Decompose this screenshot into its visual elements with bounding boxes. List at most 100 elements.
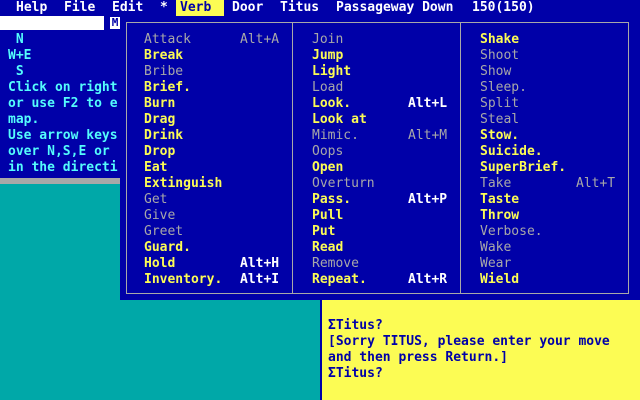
verb-menu-item[interactable]: Burn <box>144 96 284 112</box>
verb-menu-item-shortcut: Alt+R <box>408 272 448 287</box>
verb-menu-item[interactable]: Suicide. <box>480 144 620 160</box>
verb-menu-item[interactable]: Inventory. Alt+I <box>144 272 284 288</box>
verb-menu-item[interactable]: SuperBrief. <box>480 160 620 176</box>
verb-menu-item[interactable]: Show <box>480 64 620 80</box>
verb-menu-item[interactable]: Look. Alt+L <box>312 96 452 112</box>
verb-menu-item-label: SuperBrief. <box>480 160 567 175</box>
verb-menu-item[interactable]: Remove <box>312 256 452 272</box>
verb-menu-item[interactable]: Extinguish <box>144 176 284 192</box>
verb-menu-item-label: Drop <box>144 144 176 159</box>
verb-menu-item-label: Guard. <box>144 240 191 255</box>
verb-menu-item[interactable]: Drink <box>144 128 284 144</box>
verb-menu-item[interactable]: Read <box>312 240 452 256</box>
verb-menu-item-label: Taste <box>480 192 520 207</box>
column-separator <box>292 22 293 294</box>
verb-menu-item-label: Show <box>480 64 512 79</box>
verb-menu-item-label: Steal <box>480 112 520 127</box>
verb-menu-item[interactable]: Load <box>312 80 452 96</box>
verb-menu-item[interactable]: Stow. <box>480 128 620 144</box>
menu-titus[interactable]: Titus <box>280 0 319 16</box>
verb-menu-dropdown: Attack Alt+A Break Bribe Brief. Burn Drag Drink… <box>120 16 640 300</box>
verb-menu-item-label: Pull <box>312 208 344 223</box>
verb-menu-item[interactable]: Hold Alt+H <box>144 256 284 272</box>
verb-menu-item[interactable]: Mimic. Alt+M <box>312 128 452 144</box>
menu-door[interactable]: Door <box>232 0 263 16</box>
verb-menu-item[interactable]: Eat <box>144 160 284 176</box>
verb-menu-item[interactable]: Shake <box>480 32 620 48</box>
verb-menu-item-label: Bribe <box>144 64 184 79</box>
verb-menu-item[interactable]: Sleep. <box>480 80 620 96</box>
verb-menu-item-shortcut: Alt+H <box>240 256 280 271</box>
verb-menu-item-label: Drink <box>144 128 184 143</box>
verb-menu-item[interactable]: Give <box>144 208 284 224</box>
verb-menu-item-label: Greet <box>144 224 184 239</box>
verb-menu-item[interactable]: Brief. <box>144 80 284 96</box>
verb-menu-item[interactable]: Greet <box>144 224 284 240</box>
verb-menu-item-label: Break <box>144 48 184 63</box>
verb-menu-item-label: Suicide. <box>480 144 543 159</box>
verb-menu-item[interactable]: Overturn <box>312 176 452 192</box>
verb-menu-item-label: Join <box>312 32 344 47</box>
verb-menu-item[interactable]: Repeat. Alt+R <box>312 272 452 288</box>
compass-line: Click on right <box>8 80 118 95</box>
menu-star[interactable]: * <box>160 0 168 16</box>
verb-menu-item[interactable]: Wear <box>480 256 620 272</box>
menu-file[interactable]: File <box>64 0 95 16</box>
verb-menu-item-label: Look at <box>312 112 367 127</box>
verb-menu-item[interactable]: Steal <box>480 112 620 128</box>
verb-menu-item[interactable]: Wield <box>480 272 620 288</box>
verb-menu-item-shortcut: Alt+M <box>408 128 448 143</box>
verb-menu-item[interactable]: Taste <box>480 192 620 208</box>
verb-menu-item[interactable]: Verbose. <box>480 224 620 240</box>
verb-menu-item[interactable]: Pull <box>312 208 452 224</box>
console-window[interactable]: ΣTitus? [Sorry TITUS, please enter your m… <box>320 300 640 400</box>
console-line: [Sorry TITUS, please enter your move <box>328 334 610 349</box>
verb-menu-item-label: Burn <box>144 96 176 111</box>
verb-menu-item[interactable]: Drag <box>144 112 284 128</box>
verb-menu-item[interactable]: Pass. Alt+P <box>312 192 452 208</box>
compass-line: over N,S,E or <box>8 144 110 159</box>
verb-menu-item[interactable]: Guard. <box>144 240 284 256</box>
compass-line: in the directi <box>8 160 118 175</box>
compass-line: or use F2 to e <box>8 96 118 111</box>
verb-menu-item[interactable]: Wake <box>480 240 620 256</box>
verb-menu-item[interactable]: Light <box>312 64 452 80</box>
score-readout: 150(150) <box>472 0 535 15</box>
location-name: Passageway Down <box>336 0 454 15</box>
verb-menu-item[interactable]: Break <box>144 48 284 64</box>
compass-scrollbar[interactable] <box>0 178 136 184</box>
verb-menu-item-label: Remove <box>312 256 359 271</box>
compass-line: map. <box>8 112 40 127</box>
verb-menu-item-label: Inventory. <box>144 272 223 287</box>
verb-menu-item[interactable]: Get <box>144 192 284 208</box>
menu-edit[interactable]: Edit <box>112 0 143 16</box>
verb-menu-item[interactable]: Bribe <box>144 64 284 80</box>
verb-menu-item-label: Oops <box>312 144 344 159</box>
verb-menu-item-shortcut: Alt+I <box>240 272 280 287</box>
compass-line: W+E <box>8 48 32 63</box>
menu-help[interactable]: Help <box>16 0 47 16</box>
verb-menu-item[interactable]: Join <box>312 32 452 48</box>
verb-menu-item-label: Eat <box>144 160 168 175</box>
verb-menu-item-label: Drag <box>144 112 176 127</box>
compass-window: M N W+E S Click on right or use F2 to e map.… <box>0 16 136 184</box>
verb-menu-item[interactable]: Look at <box>312 112 452 128</box>
verb-menu-item[interactable]: Split <box>480 96 620 112</box>
verb-menu-item[interactable]: Put <box>312 224 452 240</box>
menu-verb[interactable]: Verb <box>176 0 224 16</box>
console-line: and then press Return.] <box>328 350 509 365</box>
verb-menu-item[interactable]: Drop <box>144 144 284 160</box>
verb-menu-item-label: Wake <box>480 240 512 255</box>
verb-menu-item[interactable]: Take Alt+T <box>480 176 620 192</box>
verb-menu-item[interactable]: Shoot <box>480 48 620 64</box>
verb-menu-item[interactable]: Throw <box>480 208 620 224</box>
verb-menu-item-label: Brief. <box>144 80 191 95</box>
verb-menu-item[interactable]: Open <box>312 160 452 176</box>
compass-title-bar[interactable] <box>0 16 104 30</box>
menu-bar: Help File Edit * Verb Door Titus Passage… <box>0 0 640 16</box>
verb-menu-item[interactable]: Attack Alt+A <box>144 32 284 48</box>
verb-menu-item[interactable]: Oops <box>312 144 452 160</box>
verb-menu-item[interactable]: Jump <box>312 48 452 64</box>
compass-line: S <box>8 64 24 79</box>
compass-close-button[interactable]: M <box>110 17 120 29</box>
